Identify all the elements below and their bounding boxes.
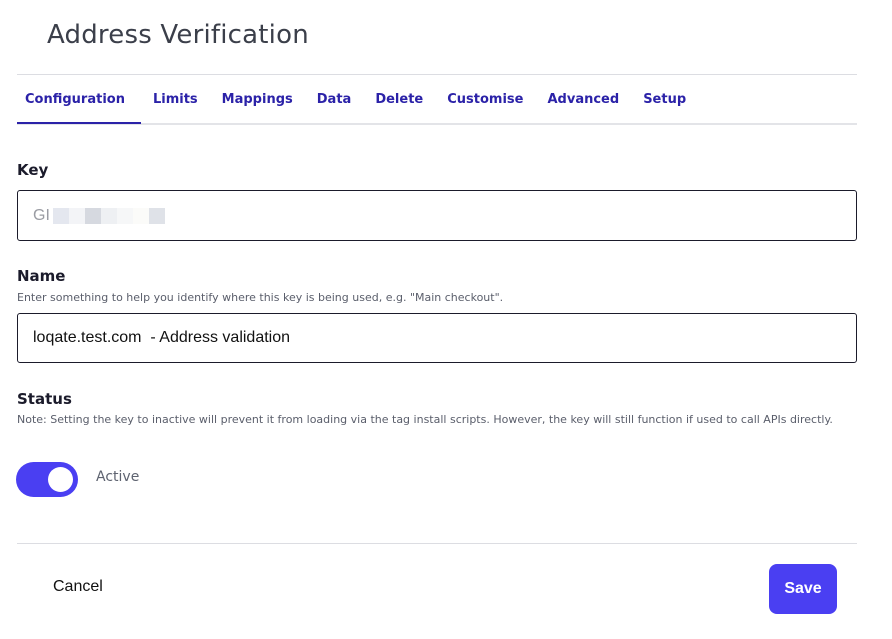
status-toggle-label: Active xyxy=(96,469,140,485)
save-button[interactable]: Save xyxy=(769,564,837,614)
tab-setup[interactable]: Setup xyxy=(631,75,698,123)
redaction-block xyxy=(148,207,165,224)
name-help-text: Enter something to help you identify whe… xyxy=(17,291,504,304)
cancel-button[interactable]: Cancel xyxy=(53,578,103,596)
redaction-block xyxy=(52,207,69,224)
toggle-knob xyxy=(48,467,73,492)
key-value-prefix: GI xyxy=(33,206,50,224)
name-field-value: loqate.test.com - Address validation xyxy=(33,329,291,346)
redaction-block xyxy=(116,207,133,224)
redaction-block xyxy=(68,207,85,224)
tab-limits[interactable]: Limits xyxy=(141,75,210,123)
redaction-block xyxy=(100,207,117,224)
redaction-block xyxy=(84,207,101,224)
tab-configuration[interactable]: Configuration xyxy=(17,76,141,124)
key-label: Key xyxy=(17,161,49,179)
tab-delete[interactable]: Delete xyxy=(363,75,435,123)
tab-advanced[interactable]: Advanced xyxy=(535,75,631,123)
tab-bar: Configuration Limits Mappings Data Delet… xyxy=(17,75,857,125)
tab-customise[interactable]: Customise xyxy=(435,75,535,123)
tab-data[interactable]: Data xyxy=(305,75,364,123)
key-redaction-mask xyxy=(52,207,165,224)
redaction-block xyxy=(132,207,149,224)
status-help-text: Note: Setting the key to inactive will p… xyxy=(17,413,833,426)
tab-mappings[interactable]: Mappings xyxy=(210,75,305,123)
footer-divider xyxy=(17,543,857,544)
page-title: Address Verification xyxy=(47,20,309,50)
name-field[interactable]: loqate.test.com - Address validation xyxy=(17,313,857,363)
name-label: Name xyxy=(17,267,66,285)
status-toggle[interactable] xyxy=(16,462,78,497)
key-field[interactable]: GI xyxy=(17,190,857,241)
status-label: Status xyxy=(17,390,72,408)
